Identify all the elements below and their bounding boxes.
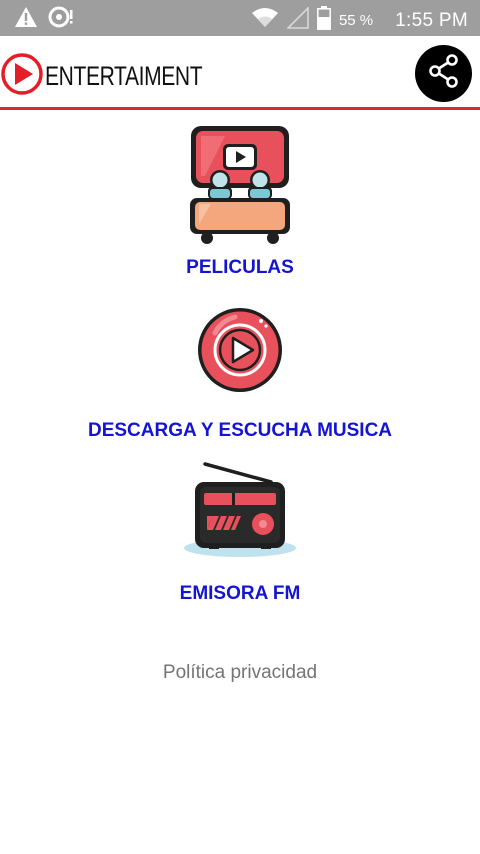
share-icon (424, 51, 464, 96)
privacy-policy-link[interactable]: Política privacidad (0, 662, 480, 684)
warning-icon (14, 6, 38, 33)
cinema-icon (185, 124, 295, 253)
battery-icon (316, 6, 331, 35)
wifi-icon (251, 7, 279, 34)
sync-icon (48, 6, 74, 33)
play-circle-icon (0, 52, 44, 101)
signal-icon (286, 6, 309, 34)
clock: 1:55 PM (395, 9, 468, 31)
menu-label-peliculas: PELICULAS (186, 257, 294, 278)
app-logo: ENTERTAIMENT (0, 52, 247, 101)
menu-label-emisora-fm: EMISORA FM (179, 583, 301, 604)
music-play-icon (195, 305, 285, 400)
menu-label-musica: DESCARGA Y ESCUCHA MUSICA (87, 420, 393, 441)
app-title: ENTERTAIMENT (45, 61, 203, 91)
radio-icon (183, 460, 297, 565)
battery-percent: 55 % (338, 12, 374, 29)
app-bar-divider (0, 107, 480, 110)
status-bar: 55 % 1:55 PM (0, 0, 480, 36)
share-button[interactable] (415, 45, 472, 102)
